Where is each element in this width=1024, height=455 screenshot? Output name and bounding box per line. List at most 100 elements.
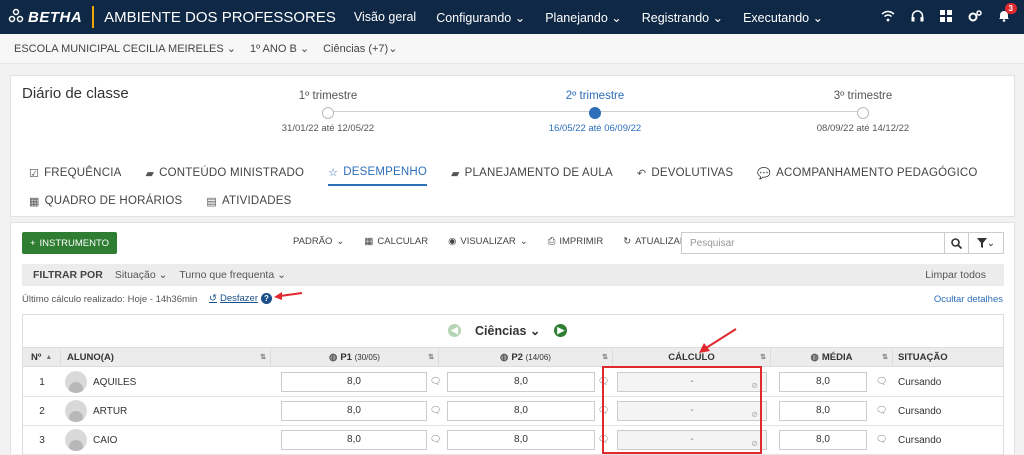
hide-details-link[interactable]: Ocultar detalhes bbox=[934, 294, 1003, 305]
p1-grade-input[interactable]: 8,0 bbox=[281, 372, 427, 392]
search-icon bbox=[951, 237, 962, 249]
tab-performance[interactable]: ☆ DESEMPENHO bbox=[328, 160, 427, 186]
logo-divider bbox=[92, 6, 95, 28]
page-title: Diário de classe bbox=[22, 85, 129, 102]
calculate-label: CALCULAR bbox=[377, 236, 429, 247]
col-student[interactable]: ALUNO(A) ⇅ bbox=[61, 348, 271, 366]
next-subject-arrow-icon[interactable]: ▶ bbox=[554, 324, 568, 337]
tab-label: CONTEÚDO MINISTRADO bbox=[159, 167, 305, 179]
refresh-button[interactable]: ↻ ATUALIZAR bbox=[623, 236, 687, 247]
grades-grid: ◀ Ciências ⌄ ▶ Nº ▲ ALUNO(A) ⇅ ◍ P1 (30/05)… bbox=[22, 314, 1004, 455]
notification-count-badge: 3 bbox=[1004, 3, 1017, 14]
comment-icon[interactable]: 🗨 bbox=[430, 376, 441, 387]
tab-activities[interactable]: ▤ ATIVIDADES bbox=[206, 188, 291, 214]
average-input[interactable]: 8,0 bbox=[779, 372, 867, 392]
nav-executing[interactable]: Executando ⌄ bbox=[743, 10, 823, 25]
col-number[interactable]: Nº ▲ bbox=[23, 348, 61, 366]
comment-icon[interactable]: 🗨 bbox=[876, 376, 887, 387]
col-p1-date: (30/05) bbox=[354, 352, 380, 362]
search-input[interactable]: Pesquisar bbox=[681, 232, 945, 254]
tab-label: QUADRO DE HORÁRIOS bbox=[44, 195, 183, 207]
status-filter-label: Situação bbox=[114, 269, 156, 281]
subject-dropdown[interactable]: Ciências ⌄ bbox=[475, 323, 540, 338]
tab-attendance[interactable]: ☑ FREQUÊNCIA bbox=[29, 160, 121, 186]
p1-grade-input[interactable]: 8,0 bbox=[281, 401, 427, 421]
help-icon[interactable]: ? bbox=[260, 293, 272, 304]
status-filter[interactable]: Situação ⌄ bbox=[115, 269, 168, 281]
school-selector[interactable]: ESCOLA MUNICIPAL CECILIA MEIRELES ⌄ bbox=[14, 42, 236, 55]
logo[interactable]: BETHA bbox=[0, 0, 82, 34]
col-p2[interactable]: ◍ P2 (14/06) ⇅ bbox=[439, 348, 613, 366]
term-3[interactable]: 3º trimestre 08/09/22 até 14/12/22 bbox=[793, 90, 933, 134]
nav-planning[interactable]: Planejando ⌄ bbox=[545, 10, 622, 25]
tab-lesson-planning[interactable]: ▰ PLANEJAMENTO DE AULA bbox=[451, 160, 613, 186]
student-name[interactable]: AQUILES bbox=[93, 368, 136, 396]
view-dropdown[interactable]: ◉ VISUALIZAR ⌄ bbox=[448, 236, 528, 247]
nav-overview[interactable]: Visão geral bbox=[354, 10, 416, 24]
col-status[interactable]: SITUAÇÃO bbox=[893, 348, 1003, 366]
calculate-button[interactable]: ▦ CALCULAR bbox=[364, 236, 428, 247]
term-1[interactable]: 1º trimestre 31/01/22 até 12/05/22 bbox=[258, 90, 398, 134]
clear-filters-link[interactable]: Limpar todos bbox=[925, 269, 986, 281]
filter-bar: FILTRAR POR Situação ⌄ Turno que frequen… bbox=[22, 264, 1004, 286]
sort-icon: ⇅ bbox=[882, 354, 888, 361]
comment-icon[interactable]: 🗨 bbox=[430, 434, 441, 445]
class-name: 1º ANO B bbox=[249, 43, 297, 55]
nav-configuring[interactable]: Configurando ⌄ bbox=[436, 10, 525, 25]
filter-dropdown-button[interactable]: ⌄ bbox=[969, 232, 1004, 254]
chevron-down-icon: ⌄ bbox=[388, 43, 398, 55]
subject-selector[interactable]: Ciências (+7)⌄ bbox=[323, 42, 397, 55]
add-instrument-button[interactable]: + INSTRUMENTO bbox=[22, 232, 117, 254]
grid-header: Nº ▲ ALUNO(A) ⇅ ◍ P1 (30/05) ⇅ ◍ P2 (14/06) ⇅ … bbox=[23, 347, 1003, 367]
print-label: IMPRIMIR bbox=[559, 236, 604, 247]
standard-dropdown[interactable]: PADRÃO ⌄ bbox=[293, 236, 344, 247]
average-input[interactable]: 8,0 bbox=[779, 430, 867, 450]
previous-subject-arrow-icon[interactable]: ◀ bbox=[448, 324, 461, 337]
comment-icon[interactable]: 🗨 bbox=[430, 405, 441, 416]
p2-grade-input[interactable]: 8,0 bbox=[447, 401, 595, 421]
document-icon: ▤ bbox=[206, 195, 217, 208]
headset-icon[interactable] bbox=[911, 9, 924, 25]
eye-icon: ◉ bbox=[448, 236, 457, 247]
tab-pedagogical-follow-up[interactable]: 💬 ACOMPANHAMENTO PEDAGÓGICO bbox=[757, 160, 977, 186]
col-calc[interactable]: CÁLCULO ⇅ bbox=[613, 348, 771, 366]
average-input[interactable]: 8,0 bbox=[779, 401, 867, 421]
tab-schedule[interactable]: ▦ QUADRO DE HORÁRIOS bbox=[29, 188, 182, 214]
settings-gears-icon[interactable] bbox=[968, 9, 982, 25]
student-name[interactable]: ARTUR bbox=[93, 397, 127, 425]
top-navigation-bar: BETHA AMBIENTE DOS PROFESSORES Visão ger… bbox=[0, 0, 1024, 34]
tab-label: PLANEJAMENTO DE AULA bbox=[464, 167, 613, 179]
tab-label: FREQUÊNCIA bbox=[44, 167, 122, 179]
p2-grade-input[interactable]: 8,0 bbox=[447, 430, 595, 450]
print-button[interactable]: ⎙ IMPRIMIR bbox=[548, 236, 603, 247]
col-p1[interactable]: ◍ P1 (30/05) ⇅ bbox=[271, 348, 439, 366]
wifi-icon[interactable] bbox=[881, 10, 895, 25]
comment-icon[interactable]: 🗨 bbox=[876, 434, 887, 445]
comment-icon[interactable]: 🗨 bbox=[876, 405, 887, 416]
term-label: 2º trimestre bbox=[565, 90, 625, 102]
class-selector[interactable]: 1º ANO B ⌄ bbox=[250, 42, 309, 55]
undo-calculation-link[interactable]: ↺ Desfazer ? bbox=[209, 293, 272, 304]
plus-icon: + bbox=[29, 237, 36, 249]
search-button[interactable] bbox=[945, 232, 969, 254]
book-icon: ▰ bbox=[451, 167, 460, 180]
class-diary-card: Diário de classe 1º trimestre 31/01/22 a… bbox=[10, 75, 1015, 217]
refresh-label: ATUALIZAR bbox=[635, 236, 687, 247]
col-average[interactable]: ◍ MÉDIA ⇅ bbox=[771, 348, 893, 366]
term-2[interactable]: 2º trimestre 16/05/22 até 06/09/22 bbox=[525, 90, 665, 134]
tab-feedback[interactable]: ↶ DEVOLUTIVAS bbox=[637, 160, 733, 186]
p1-grade-input[interactable]: 8,0 bbox=[281, 430, 427, 450]
table-row: 3 CAIO 8,0 🗨 8,0 🗨 - ⊘ 8,0 🗨 Cursando bbox=[23, 426, 1003, 455]
term-dates: 16/05/22 até 06/09/22 bbox=[548, 123, 642, 134]
printer-icon: ⎙ bbox=[547, 236, 556, 247]
apps-grid-icon[interactable] bbox=[940, 9, 952, 25]
student-name[interactable]: CAIO bbox=[93, 426, 117, 454]
tab-content[interactable]: ▰ CONTEÚDO MINISTRADO bbox=[145, 160, 304, 186]
chevron-down-icon: ⌄ bbox=[226, 43, 236, 55]
term-label: 1º trimestre bbox=[298, 90, 358, 102]
p2-grade-input[interactable]: 8,0 bbox=[447, 372, 595, 392]
annotation-arrow-icon bbox=[699, 328, 737, 353]
shift-filter[interactable]: Turno que frequenta ⌄ bbox=[179, 269, 285, 281]
nav-registering[interactable]: Registrando ⌄ bbox=[642, 10, 723, 25]
notifications-bell[interactable]: 3 bbox=[998, 3, 1017, 25]
